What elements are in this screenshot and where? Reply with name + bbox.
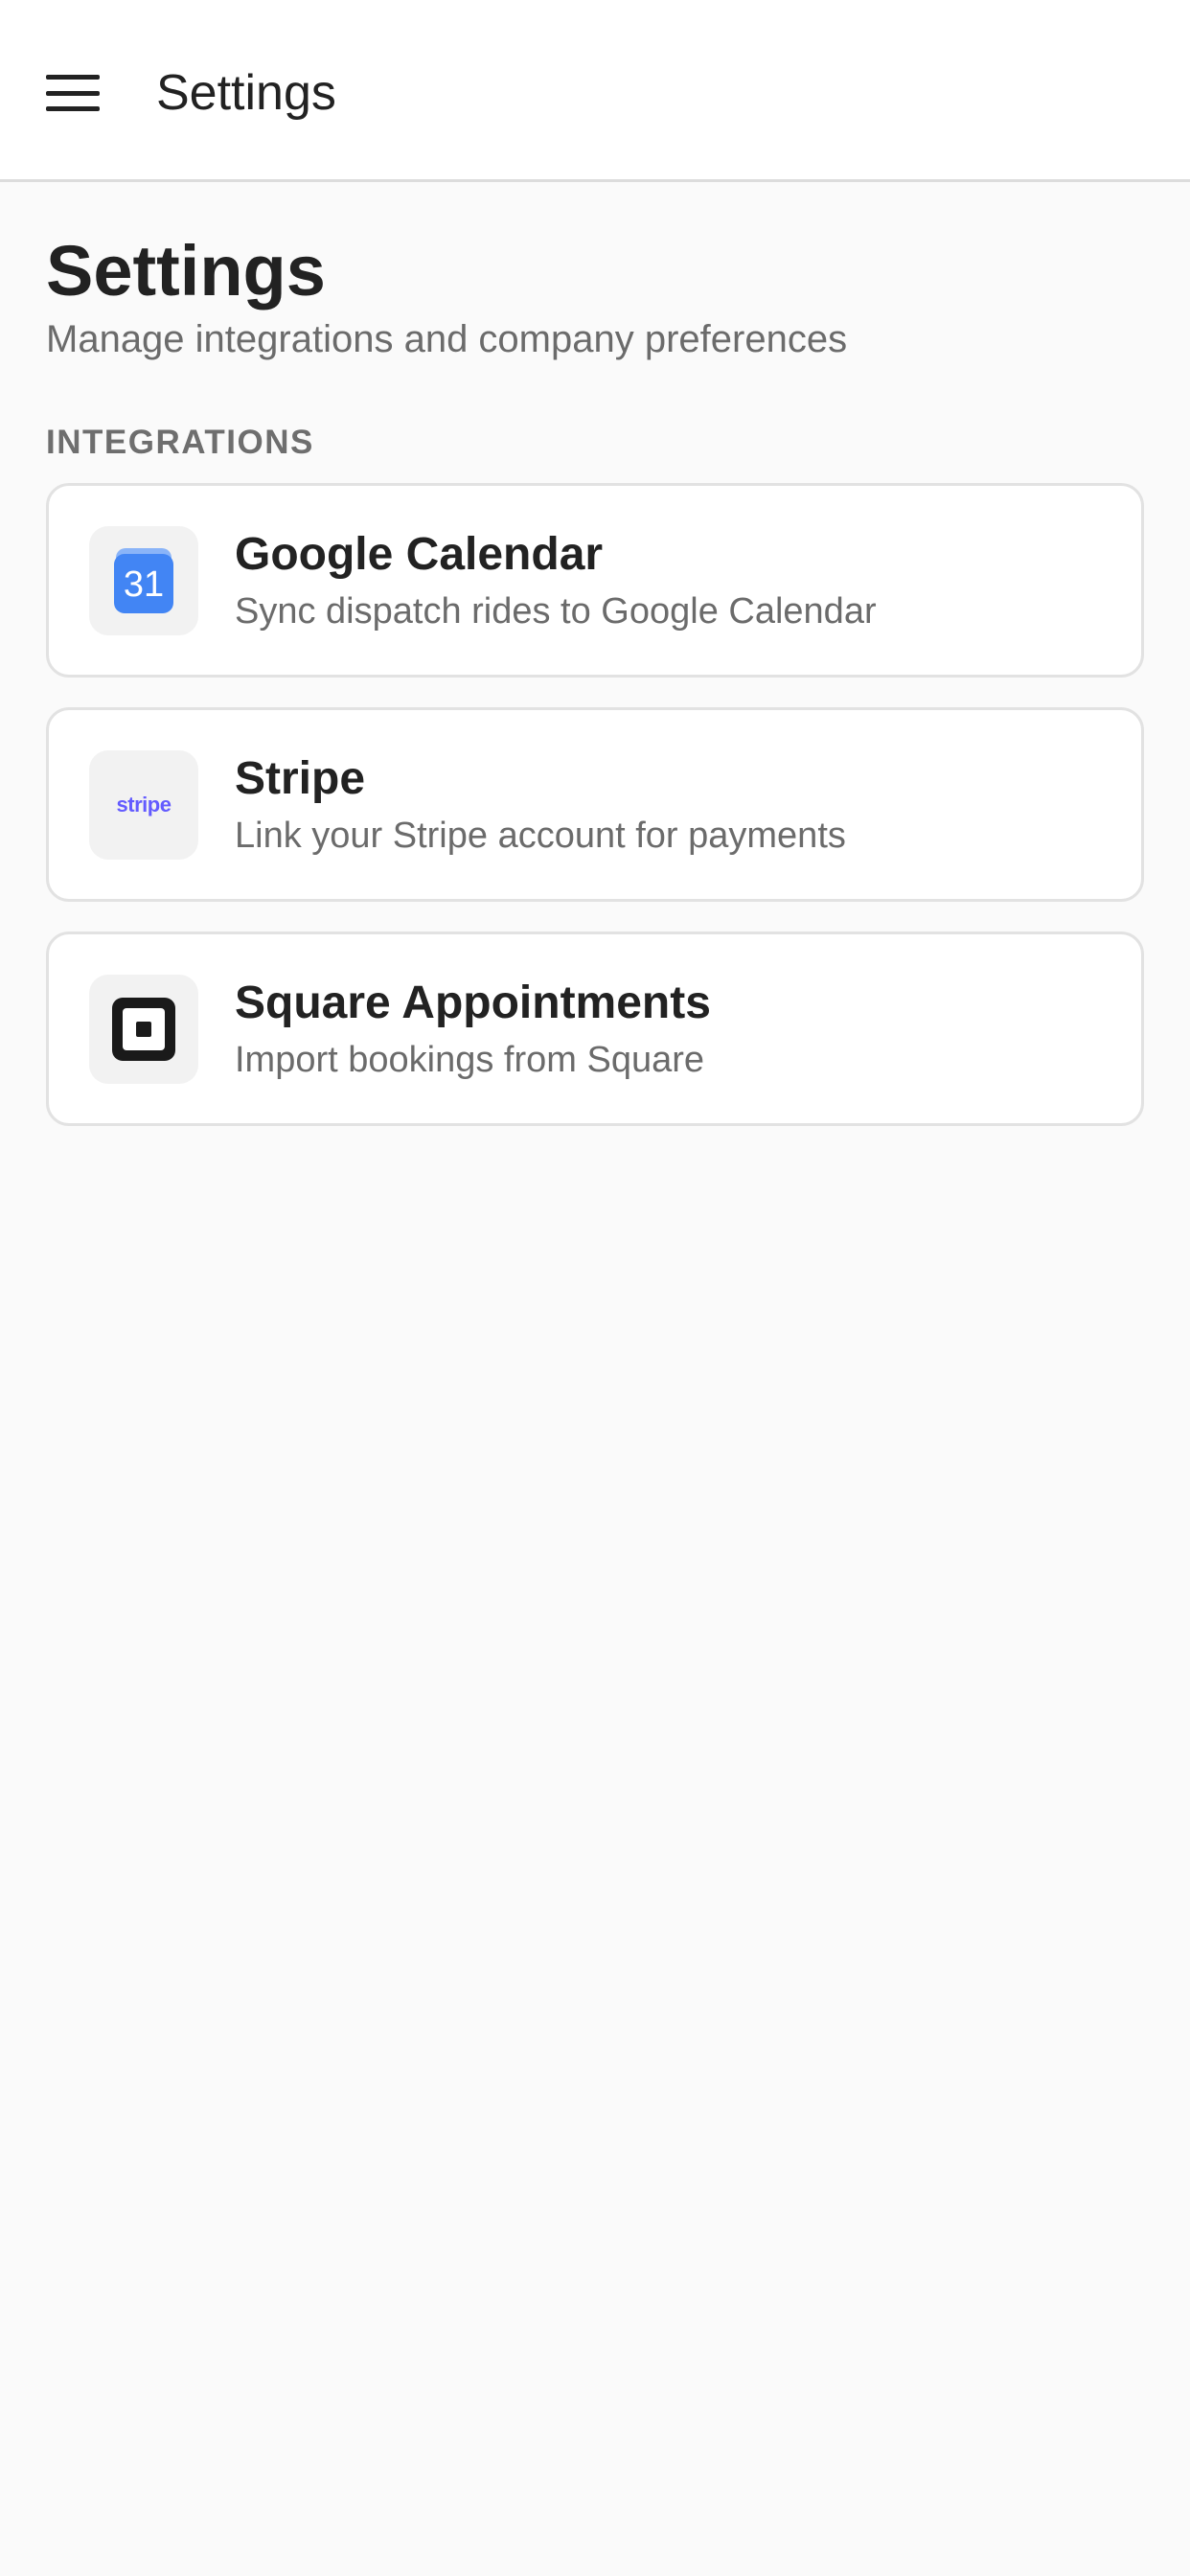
settings-content: Settings Manage integrations and company… — [46, 230, 1144, 1156]
integration-text: Stripe Link your Stripe account for paym… — [235, 750, 846, 860]
square-logo-icon — [112, 997, 175, 1061]
integration-card-stripe[interactable]: stripe Stripe Link your Stripe account f… — [46, 707, 1144, 902]
integration-title: Stripe — [235, 752, 366, 804]
google-calendar-icon: 31 — [114, 547, 173, 613]
integration-text: Square Appointments Import bookings from… — [235, 975, 711, 1084]
integration-card-google-calendar[interactable]: 31 Google Calendar Sync dispatch rides t… — [46, 483, 1144, 678]
hamburger-menu-icon — [46, 75, 100, 111]
integration-title: Google Calendar — [235, 528, 604, 580]
stripe-logo-icon: stripe — [116, 792, 172, 816]
app-bar-title: Settings — [156, 65, 336, 121]
integration-description: Sync dispatch rides to Google Calendar — [235, 590, 877, 632]
section-label-integrations: INTEGRATIONS — [46, 424, 314, 461]
page-title: Settings — [46, 231, 326, 310]
integration-description: Import bookings from Square — [235, 1039, 705, 1080]
integrations-list: 31 Google Calendar Sync dispatch rides t… — [46, 483, 1144, 1126]
integration-card-square-appointments[interactable]: Square Appointments Import bookings from… — [46, 932, 1144, 1126]
app-bar: Settings — [0, 0, 1190, 182]
calendar-date-text: 31 — [124, 564, 164, 605]
integration-icon-tile: stripe — [89, 749, 198, 860]
page-subtitle: Manage integrations and company preferen… — [46, 318, 848, 360]
integration-icon-tile — [89, 974, 198, 1084]
integration-title: Square Appointments — [235, 977, 711, 1028]
integration-description: Link your Stripe account for payments — [235, 815, 846, 856]
menu-button[interactable] — [27, 50, 119, 136]
integration-icon-tile: 31 — [89, 525, 198, 635]
integration-text: Google Calendar Sync dispatch rides to G… — [235, 526, 877, 635]
